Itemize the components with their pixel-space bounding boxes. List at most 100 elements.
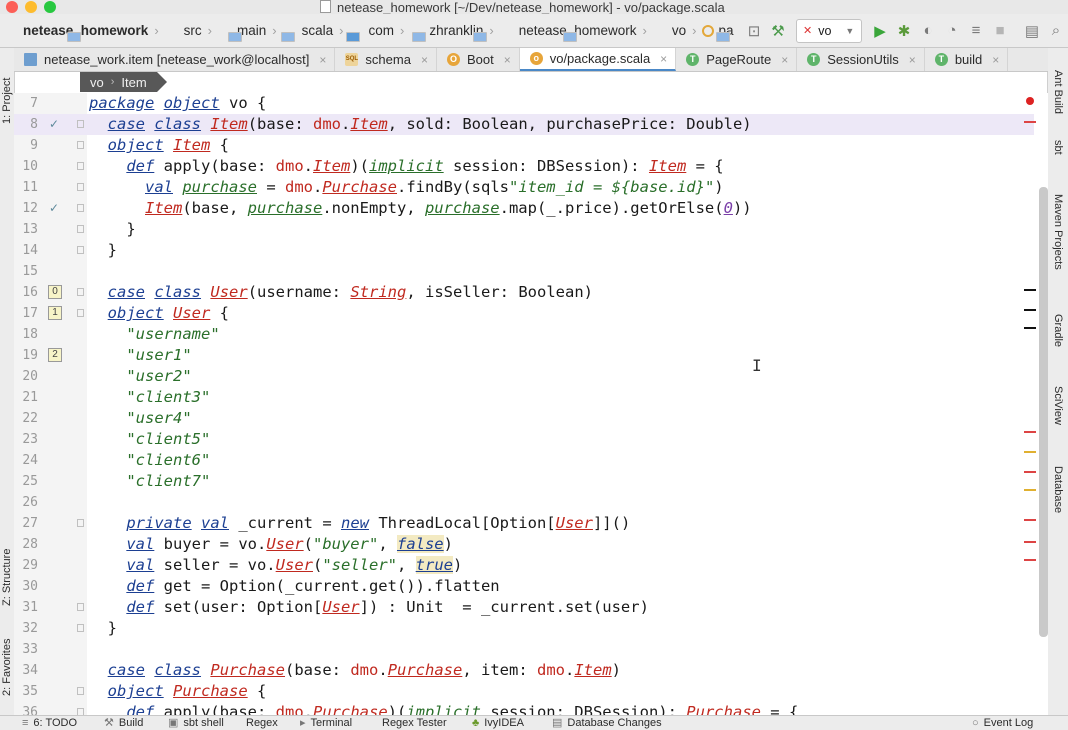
code-line[interactable]: 28 val buyer = vo.User("buyer", false) bbox=[14, 534, 1034, 555]
code-line[interactable]: 10 def apply(base: dmo.Item)(implicit se… bbox=[14, 156, 1034, 177]
code-text[interactable]: case class Purchase(base: dmo.Purchase, … bbox=[89, 660, 621, 681]
code-line[interactable]: 36 def apply(base: dmo.Purchase)(implici… bbox=[14, 702, 1034, 715]
error-marker[interactable] bbox=[1024, 559, 1036, 561]
code-line[interactable]: 9 object Item { bbox=[14, 135, 1034, 156]
attach-icon[interactable]: ≡ bbox=[964, 19, 988, 43]
structure-tool-window-button[interactable]: Z: Structure bbox=[0, 526, 14, 606]
fold-marker-icon[interactable] bbox=[77, 624, 84, 632]
code-line[interactable]: 16 0 case class User(username: String, is… bbox=[14, 282, 1034, 303]
code-editor[interactable]: 7 package object vo {8 ✓ case class Item(b… bbox=[14, 93, 1048, 715]
code-text[interactable]: val buyer = vo.User("buyer", false) bbox=[89, 534, 453, 555]
close-icon[interactable]: × bbox=[992, 53, 999, 67]
tab-vo-package-scala[interactable]: o vo/package.scala × bbox=[519, 48, 677, 71]
error-marker[interactable] bbox=[1024, 471, 1036, 473]
code-text[interactable]: "client5" bbox=[89, 429, 210, 450]
implemented-check-icon[interactable]: ✓ bbox=[48, 118, 60, 130]
breadcrumb-item-project[interactable]: netease_homework bbox=[4, 23, 148, 42]
usage-marker[interactable] bbox=[1024, 327, 1036, 329]
code-line[interactable]: 19 2 "user1" bbox=[14, 345, 1034, 366]
code-text[interactable]: object User { bbox=[89, 303, 229, 324]
code-line[interactable]: 22 "user4" bbox=[14, 408, 1034, 429]
profile-icon[interactable]: ◔ bbox=[940, 19, 964, 43]
code-line[interactable]: 26 bbox=[14, 492, 1034, 513]
bookmark-icon[interactable]: 1 bbox=[48, 306, 62, 320]
debug-icon[interactable]: ✱ bbox=[892, 19, 916, 43]
vertical-scrollbar[interactable] bbox=[1039, 187, 1048, 637]
warning-marker[interactable] bbox=[1024, 451, 1036, 453]
regex-tool-button[interactable]: Regex bbox=[246, 716, 278, 730]
error-marker[interactable] bbox=[1024, 541, 1036, 543]
code-line[interactable]: 24 "client6" bbox=[14, 450, 1034, 471]
code-text[interactable]: "client7" bbox=[89, 471, 210, 492]
breadcrumb-item-src[interactable]: src bbox=[165, 23, 242, 42]
code-line[interactable]: 34 case class Purchase(base: dmo.Purchas… bbox=[14, 660, 1034, 681]
fold-marker-icon[interactable] bbox=[77, 162, 84, 170]
favorites-tool-window-button[interactable]: 2: Favorites bbox=[0, 626, 14, 696]
warning-marker[interactable] bbox=[1024, 489, 1036, 491]
build-hammer-icon[interactable]: ⚒ bbox=[766, 19, 790, 43]
code-line[interactable]: 31 def set(user: Option[User]) : Unit = … bbox=[14, 597, 1034, 618]
fold-marker-icon[interactable] bbox=[77, 225, 84, 233]
error-marker[interactable] bbox=[1024, 519, 1036, 521]
code-text[interactable]: def apply(base: dmo.Purchase)(implicit s… bbox=[89, 702, 798, 715]
run-configuration-select[interactable]: ✕ vo ▼ bbox=[796, 18, 862, 43]
fold-marker-icon[interactable] bbox=[77, 141, 84, 149]
gradle-tool-window-button[interactable]: Gradle bbox=[1051, 314, 1065, 364]
project-tool-window-button[interactable]: 1: Project bbox=[0, 54, 14, 124]
code-text[interactable]: package object vo { bbox=[89, 93, 266, 114]
code-text[interactable]: } bbox=[89, 618, 117, 639]
code-line[interactable]: 7 package object vo { bbox=[14, 93, 1034, 114]
coverage-icon[interactable]: ◐ bbox=[916, 19, 940, 43]
code-text[interactable]: "username" bbox=[89, 324, 219, 345]
stop-icon[interactable]: ■ bbox=[988, 19, 1012, 43]
code-text[interactable]: def get = Option(_current.get()).flatten bbox=[89, 576, 499, 597]
code-line[interactable]: 33 bbox=[14, 639, 1034, 660]
usage-marker[interactable] bbox=[1024, 289, 1036, 291]
close-icon[interactable]: × bbox=[909, 53, 916, 67]
minimize-window-button[interactable] bbox=[25, 1, 37, 13]
code-line[interactable]: 8 ✓ case class Item(base: dmo.Item, sold:… bbox=[14, 114, 1034, 135]
code-text[interactable]: } bbox=[89, 219, 135, 240]
fold-marker-icon[interactable] bbox=[77, 246, 84, 254]
implemented-check-icon[interactable]: ✓ bbox=[48, 202, 60, 214]
run-icon[interactable]: ▶ bbox=[868, 19, 892, 43]
code-text[interactable]: case class Item(base: dmo.Item, sold: Bo… bbox=[89, 114, 752, 135]
code-text[interactable]: val seller = vo.User("seller", true) bbox=[89, 555, 462, 576]
code-line[interactable]: 29 val seller = vo.User("seller", true) bbox=[14, 555, 1034, 576]
code-line[interactable]: 30 def get = Option(_current.get()).flat… bbox=[14, 576, 1034, 597]
breadcrumb-item-vo[interactable]: vo bbox=[653, 23, 730, 42]
fold-marker-icon[interactable] bbox=[77, 183, 84, 191]
database-tool-window-button[interactable]: Database bbox=[1051, 466, 1065, 546]
search-icon[interactable]: ⌕ bbox=[1044, 19, 1068, 43]
editor-breadcrumb-vo[interactable]: vo bbox=[90, 75, 104, 90]
code-line[interactable]: 18 "username" bbox=[14, 324, 1034, 345]
code-line[interactable]: 17 1 object User { bbox=[14, 303, 1034, 324]
project-structure-icon[interactable]: ▤ bbox=[1020, 19, 1044, 43]
code-text[interactable]: private val _current = new ThreadLocal[O… bbox=[89, 513, 630, 534]
usage-marker[interactable] bbox=[1024, 309, 1036, 311]
code-line[interactable]: 12 ✓ Item(base, purchase.nonEmpty, purcha… bbox=[14, 198, 1034, 219]
breadcrumb-item-main[interactable]: main bbox=[218, 23, 295, 42]
ant-build-tool-window-button[interactable]: Ant Build bbox=[1051, 70, 1065, 130]
sbt-shell-tool-button[interactable]: ▣ sbt shell bbox=[168, 716, 224, 730]
close-icon[interactable]: × bbox=[660, 52, 667, 66]
fold-marker-icon[interactable] bbox=[77, 519, 84, 527]
close-window-button[interactable] bbox=[6, 1, 18, 13]
fold-marker-icon[interactable] bbox=[77, 120, 84, 128]
code-line[interactable]: 14 } bbox=[14, 240, 1034, 261]
fold-marker-icon[interactable] bbox=[77, 603, 84, 611]
maven-projects-tool-window-button[interactable]: Maven Projects bbox=[1051, 194, 1065, 294]
fold-marker-icon[interactable] bbox=[77, 309, 84, 317]
sciview-tool-window-button[interactable]: SciView bbox=[1051, 386, 1065, 446]
database-changes-tool-button[interactable]: ▤ Database Changes bbox=[552, 716, 662, 730]
code-line[interactable]: 11 val purchase = dmo.Purchase.findBy(sq… bbox=[14, 177, 1034, 198]
error-marker[interactable] bbox=[1024, 121, 1036, 123]
back-icon[interactable]: ⊡ bbox=[742, 19, 766, 43]
code-text[interactable]: "user2" bbox=[89, 366, 191, 387]
sbt-tool-window-button[interactable]: sbt bbox=[1051, 140, 1065, 180]
close-icon[interactable]: × bbox=[319, 53, 326, 67]
bookmark-icon[interactable]: 2 bbox=[48, 348, 62, 362]
event-log-tool-button[interactable]: ○ Event Log bbox=[972, 716, 1033, 730]
terminal-tool-button[interactable]: ▸ Terminal bbox=[300, 716, 352, 730]
code-line[interactable]: 21 "client3" bbox=[14, 387, 1034, 408]
